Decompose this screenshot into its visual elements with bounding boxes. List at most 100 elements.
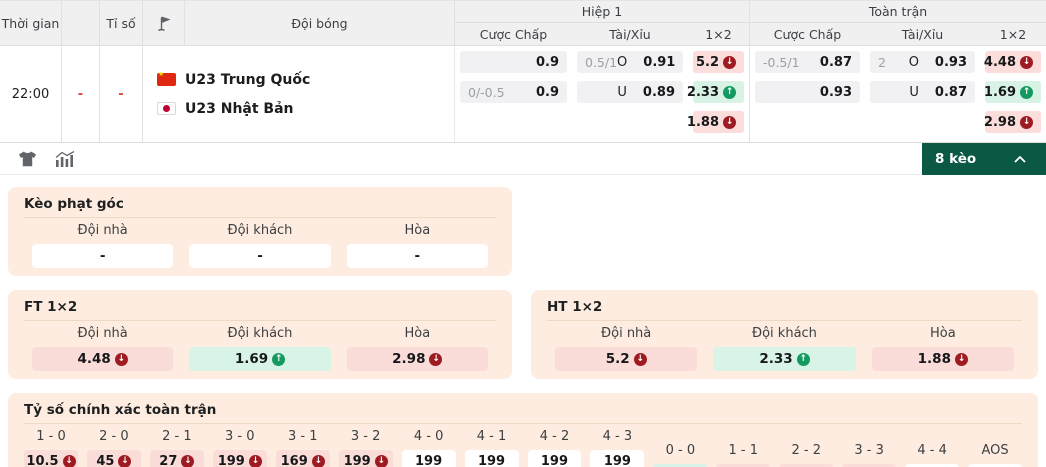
odds-price: 0.9 bbox=[536, 85, 559, 100]
match-time: 22:00 bbox=[0, 46, 62, 142]
panel-column-label: Hòa bbox=[339, 223, 496, 238]
panel-column: Hòa 2.98↓ bbox=[339, 326, 496, 371]
odds-count-badge[interactable]: 8 kèo bbox=[922, 143, 1046, 175]
1x2-odds-cell[interactable]: 2.98↓ bbox=[985, 111, 1041, 133]
ft-under-odds[interactable]: U 0.87 bbox=[870, 81, 975, 103]
odds-price: 1.88 bbox=[687, 115, 719, 130]
ou-line: 0.5/1 bbox=[585, 55, 617, 70]
group-header-half1: Hiệp 1 bbox=[455, 1, 750, 23]
score-odds-value[interactable]: 199 ↓ bbox=[339, 450, 393, 467]
1x2-odds-cell[interactable]: 4.48↓ bbox=[985, 51, 1041, 73]
panel-odds-value[interactable]: 4.48↓ bbox=[32, 347, 173, 371]
jersey-icon[interactable] bbox=[18, 151, 37, 167]
ft-overunder-column: 2 O 0.93 U 0.87 bbox=[865, 46, 980, 142]
china-flag-icon bbox=[157, 73, 176, 86]
home-team-row[interactable]: U23 Trung Quốc bbox=[157, 72, 454, 88]
stats-icon[interactable] bbox=[55, 151, 75, 167]
match-row: 22:00 - - U23 Trung Quốc U23 Nhật Bản 0.… bbox=[0, 46, 1046, 142]
away-team-row[interactable]: U23 Nhật Bản bbox=[157, 101, 454, 117]
match-score: - bbox=[100, 46, 143, 142]
subheader-ft-1x2: 1×2 bbox=[980, 23, 1046, 45]
score-odds-value[interactable]: 45↓ bbox=[87, 450, 141, 467]
1x2-odds-cell[interactable]: 1.69↑ bbox=[985, 81, 1041, 103]
panel-column: Đội khách- bbox=[181, 223, 338, 268]
panel-odds-value[interactable]: 1.88↓ bbox=[872, 347, 1014, 371]
odds-down-icon: ↓ bbox=[312, 455, 325, 467]
score-column-draw: 2 - 237↓ bbox=[779, 429, 833, 467]
ht-1x2-values: Đội nhà5.2↓Đội khách2.33↑Hòa1.88↓ bbox=[547, 326, 1022, 371]
odds-down-icon: ↓ bbox=[181, 455, 194, 467]
odds-table-header: Thời gian Tỉ số Đội bóng Hiệp 1 Toàn trậ… bbox=[0, 1, 1046, 46]
score-odds-value[interactable]: 27↓ bbox=[150, 450, 204, 467]
ft-1x2-panel: FT 1×2 Đội nhà4.48↓Đội khách1.69↑Hòa2.98… bbox=[8, 290, 512, 379]
panel-column-label: Đội nhà bbox=[24, 326, 181, 341]
score-column-draw: 0 - 04.7↑ bbox=[653, 429, 707, 467]
odds-price: 0.93 bbox=[820, 85, 852, 100]
japan-flag-icon bbox=[157, 102, 176, 115]
score-label: 2 - 2 bbox=[779, 443, 833, 458]
h1-handicap-odds-1[interactable]: 0.9 bbox=[460, 51, 567, 73]
1x2-odds-cell[interactable]: 1.88↓ bbox=[693, 111, 744, 133]
odds-price: 199 bbox=[478, 454, 505, 467]
under-label: U bbox=[909, 85, 919, 100]
score-odds-value[interactable]: 199 bbox=[465, 450, 519, 467]
score-column: 4 - 019927↑ bbox=[402, 429, 456, 467]
odds-price: 4.48 bbox=[984, 55, 1016, 70]
score-odds-value[interactable]: 199 bbox=[590, 450, 644, 467]
odds-down-icon: ↓ bbox=[375, 455, 388, 467]
panel-column: Đội khách1.69↑ bbox=[181, 326, 338, 371]
score-odds-value[interactable]: 199 bbox=[402, 450, 456, 467]
odds-price: 5.2 bbox=[606, 351, 630, 367]
correct-score-panel: Tỷ số chính xác toàn trận 1 - 010.5↓2.9↑… bbox=[8, 393, 1038, 467]
odds-down-icon: ↓ bbox=[723, 56, 736, 69]
score-label: 3 - 1 bbox=[276, 429, 330, 444]
score-odds-value[interactable]: 10.5↓ bbox=[24, 450, 78, 467]
panel-odds-value[interactable]: 1.69↑ bbox=[189, 347, 330, 371]
odds-price: 1.69 bbox=[235, 351, 268, 367]
1x2-odds-cell[interactable]: 2.33↑ bbox=[693, 81, 744, 103]
panel-column-label: Đội nhà bbox=[24, 223, 181, 238]
match-odds-table: Thời gian Tỉ số Đội bóng Hiệp 1 Toàn trậ… bbox=[0, 0, 1046, 143]
ft-handicap-odds-1[interactable]: -0.5/1 0.87 bbox=[755, 51, 860, 73]
odds-price: 199 bbox=[344, 454, 371, 467]
h1-over-odds[interactable]: 0.5/1 O 0.91 bbox=[577, 51, 683, 73]
score-column-draw: 1 - 16.3↓ bbox=[716, 429, 770, 467]
odds-down-icon: ↓ bbox=[118, 455, 131, 467]
panel-column-label: Đội nhà bbox=[547, 326, 705, 341]
h1-handicap-odds-2[interactable]: 0/-0.5 0.9 bbox=[460, 81, 567, 103]
score-label: 2 - 0 bbox=[87, 429, 141, 444]
score-odds-value[interactable]: 199 bbox=[528, 450, 582, 467]
odds-count-label: 8 kèo bbox=[935, 151, 976, 167]
score-odds-value[interactable]: 199↓ bbox=[213, 450, 267, 467]
score-column: 2 - 045↓4.2↑ bbox=[87, 429, 141, 467]
score-label: 3 - 0 bbox=[213, 429, 267, 444]
panel-column-label: Đội khách bbox=[705, 326, 863, 341]
odds-down-icon: ↓ bbox=[63, 455, 76, 467]
odds-price: 0.91 bbox=[643, 55, 675, 70]
odds-price: 199 bbox=[415, 454, 442, 467]
1x2-odds-cell[interactable]: 5.2↓ bbox=[693, 51, 744, 73]
panel-odds-value[interactable]: 5.2 ↓ bbox=[555, 347, 697, 371]
score-column-draw: AOS39 bbox=[968, 429, 1022, 467]
panel-odds-value[interactable]: 2.33↑ bbox=[713, 347, 855, 371]
panel-odds-value[interactable]: - bbox=[347, 244, 488, 268]
h1-under-odds[interactable]: U 0.89 bbox=[577, 81, 683, 103]
panel-odds-value[interactable]: - bbox=[32, 244, 173, 268]
score-odds-value[interactable]: 169↓ bbox=[276, 450, 330, 467]
correct-score-grid: 1 - 010.5↓2.9↑2 - 045↓4.2↑2 - 127↓8.4↓3 … bbox=[24, 429, 1022, 467]
over-label: O bbox=[617, 55, 627, 70]
ft-over-odds[interactable]: 2 O 0.93 bbox=[870, 51, 975, 73]
subheader-h1-1x2: 1×2 bbox=[688, 23, 750, 45]
panel-odds-value[interactable]: - bbox=[189, 244, 330, 268]
panel-odds-value[interactable]: 2.98↓ bbox=[347, 347, 488, 371]
odds-price: - bbox=[100, 248, 106, 264]
odds-price: 1.69 bbox=[984, 85, 1016, 100]
score-column-draw: 4 - 4199 bbox=[905, 429, 959, 467]
panel-column-label: Hòa bbox=[339, 326, 496, 341]
score-label: 4 - 2 bbox=[528, 429, 582, 444]
score-column: 3 - 2199↓69↓ bbox=[339, 429, 393, 467]
odds-panels-area: Kèo phạt góc Đội nhà-Đội khách-Hòa- FT 1… bbox=[0, 175, 1046, 467]
odds-down-icon: ↓ bbox=[634, 353, 647, 366]
odds-down-icon: ↓ bbox=[115, 353, 128, 366]
ft-handicap-odds-2[interactable]: 0.93 bbox=[755, 81, 860, 103]
